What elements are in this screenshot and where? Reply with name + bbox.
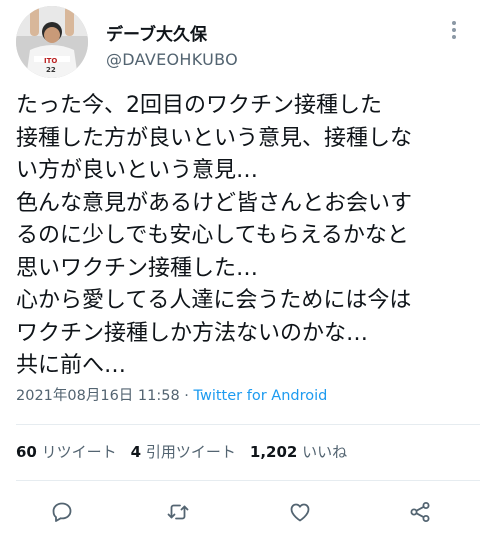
retweets-label: リツイート bbox=[41, 443, 117, 461]
svg-text:22: 22 bbox=[46, 66, 56, 74]
tweet-timestamp[interactable]: 2021年08月16日 11:58 bbox=[16, 388, 180, 404]
likes-count: 1,202 bbox=[249, 443, 298, 461]
tweet-text-line: 心から愛してる人達に会うためには今は bbox=[16, 288, 412, 313]
retweets-count: 60 bbox=[16, 443, 37, 461]
share-icon[interactable] bbox=[406, 498, 434, 526]
retweets-stat[interactable]: 60 リツイート bbox=[16, 443, 117, 461]
svg-text:ITO: ITO bbox=[44, 57, 57, 65]
tweet-text-line: るのに少しでも安心してもらえるかなと bbox=[16, 223, 409, 248]
tweet-text-line: い方が良いという意見… bbox=[16, 158, 259, 183]
quotes-label: 引用ツイート bbox=[145, 443, 236, 461]
tweet-text-line: 共に前へ… bbox=[16, 353, 127, 378]
reply-icon[interactable] bbox=[48, 498, 76, 526]
tweet-text: たった今、2回目のワクチン接種した 接種した方が良いという意見、接種しな い方が… bbox=[16, 90, 476, 383]
display-name[interactable]: デーブ大久保 bbox=[106, 20, 207, 45]
tweet-text-line: たった今、2回目のワクチン接種した bbox=[16, 93, 382, 118]
divider bbox=[16, 480, 480, 481]
tweet-meta: 2021年08月16日 11:58 · Twitter for Android bbox=[16, 384, 327, 405]
more-icon[interactable] bbox=[444, 18, 464, 42]
tweet-text-line: 接種した方が良いという意見、接種しな bbox=[16, 125, 413, 151]
quotes-count: 4 bbox=[130, 443, 142, 461]
avatar-photo: ITO 22 bbox=[16, 6, 88, 78]
tweet-source-link[interactable]: Twitter for Android bbox=[194, 388, 328, 404]
tweet-text-line: ワクチン接種しか方法ないのかな… bbox=[16, 320, 369, 346]
user-handle[interactable]: @DAVEOHKUBO bbox=[106, 50, 238, 69]
divider bbox=[16, 424, 480, 425]
meta-separator: · bbox=[179, 388, 194, 404]
likes-label: いいね bbox=[302, 443, 348, 461]
tweet-text-line: 色んな意見があるけど皆さんとお会いす bbox=[16, 190, 413, 216]
avatar[interactable]: ITO 22 bbox=[16, 6, 88, 78]
tweet-stats: 60 リツイート 4 引用ツイート 1,202 いいね bbox=[16, 441, 347, 462]
quotes-stat[interactable]: 4 引用ツイート bbox=[131, 443, 236, 461]
retweet-icon[interactable] bbox=[164, 498, 192, 526]
tweet-text-line: 思いワクチン接種した… bbox=[16, 255, 259, 281]
like-icon[interactable] bbox=[286, 498, 314, 526]
likes-stat[interactable]: 1,202 いいね bbox=[250, 443, 347, 461]
